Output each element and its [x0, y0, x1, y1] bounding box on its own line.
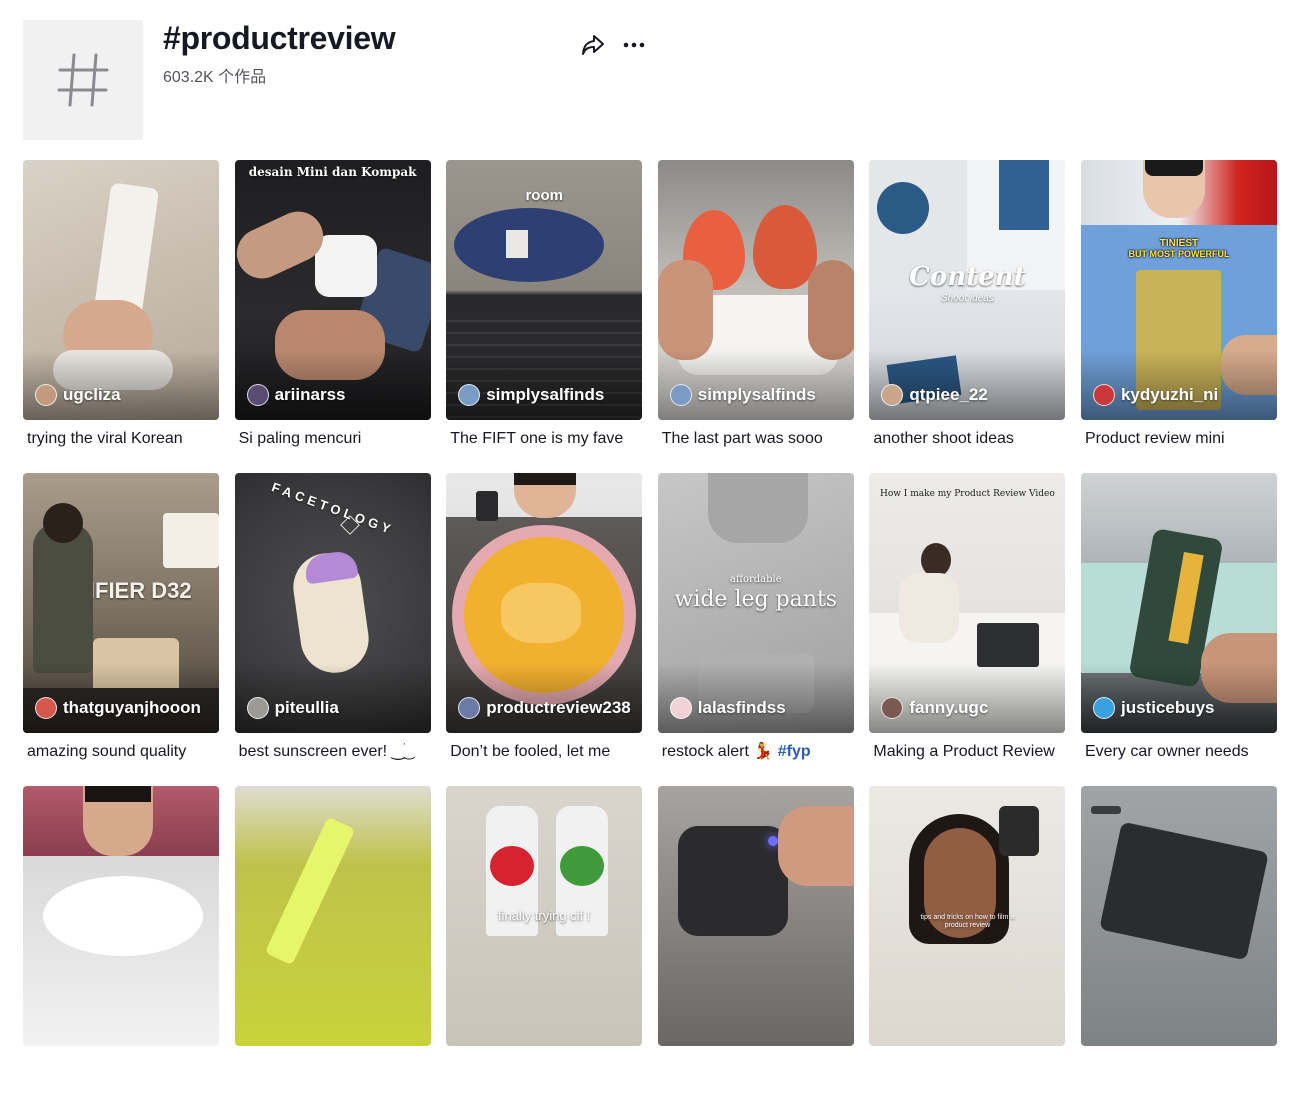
author-name[interactable]: kydyuzhi_ni: [1121, 385, 1218, 405]
author-avatar[interactable]: [246, 697, 269, 719]
video-card[interactable]: justicebuys Every car owner needs: [1080, 473, 1277, 786]
author-name[interactable]: productreview238: [486, 698, 631, 718]
video-card[interactable]: productreview238 Don’t be fooled, let me: [446, 473, 643, 786]
video-card[interactable]: How I make my Product Review Video fanny…: [869, 473, 1066, 786]
video-thumbnail[interactable]: How I make my Product Review Video fanny…: [869, 473, 1066, 733]
video-card[interactable]: [1080, 786, 1277, 1099]
video-overlay-subtext: affordable: [729, 574, 782, 585]
video-card[interactable]: Content Shoot ideas qtpiee_22 another sh…: [869, 160, 1066, 473]
video-overlay-text: Content: [909, 262, 1026, 292]
author-name[interactable]: thatguyanjhooon: [63, 698, 201, 718]
hashtag-link[interactable]: #fyp: [778, 743, 811, 760]
video-overlay-text: DIFIER D32: [73, 578, 192, 603]
video-count: 603.2K 个作品: [163, 69, 267, 86]
video-thumbnail[interactable]: Content Shoot ideas qtpiee_22: [869, 160, 1066, 420]
video-card[interactable]: desain Mini dan Kompak ariinarss Si pali…: [234, 160, 431, 473]
video-grid: ugcliza trying the viral Korean desain M…: [23, 160, 1277, 1099]
author-name[interactable]: justicebuys: [1121, 698, 1215, 718]
video-thumbnail[interactable]: desain Mini dan Kompak ariinarss: [234, 160, 431, 420]
video-thumbnail[interactable]: [234, 786, 431, 1046]
video-caption[interactable]: Si paling mencuri: [235, 428, 431, 450]
share-arrow-icon: [582, 35, 604, 55]
author-name[interactable]: fanny.ugc: [909, 698, 988, 718]
video-overlay-subtext: BUT MOST POWERFUL: [1128, 249, 1230, 259]
video-thumbnail[interactable]: FACETOLOGY piteullia: [234, 473, 431, 733]
author-name[interactable]: piteullia: [275, 698, 339, 718]
video-overlay-text: FACETOLOGY: [269, 479, 396, 538]
author-name[interactable]: ugcliza: [63, 385, 121, 405]
author-avatar[interactable]: [669, 697, 692, 719]
video-caption[interactable]: amazing sound quality: [23, 741, 219, 763]
video-thumbnail[interactable]: TINIEST BUT MOST POWERFUL kydyuzhi_ni: [1080, 160, 1277, 420]
video-thumbnail[interactable]: [23, 786, 219, 1046]
video-overlay-subtext: Shoot ideas: [940, 293, 994, 304]
video-caption[interactable]: Product review mini: [1081, 428, 1277, 450]
video-card[interactable]: finally trying cif !: [446, 786, 643, 1099]
video-card[interactable]: [234, 786, 431, 1099]
video-thumbnail[interactable]: room simplysalfinds: [446, 160, 643, 420]
video-card[interactable]: affordable wide leg pants lalasfindss re…: [657, 473, 854, 786]
video-thumbnail[interactable]: DIFIER D32 thatguyanjhooon: [23, 473, 219, 733]
author-name[interactable]: lalasfindss: [698, 698, 786, 718]
author-avatar[interactable]: [1092, 697, 1115, 719]
hashtag-icon: [57, 53, 109, 107]
video-card[interactable]: [23, 786, 219, 1099]
author-avatar[interactable]: [881, 697, 904, 719]
author-avatar[interactable]: [458, 384, 481, 406]
video-card[interactable]: [657, 786, 854, 1099]
video-thumbnail[interactable]: affordable wide leg pants lalasfindss: [657, 473, 854, 733]
author-name[interactable]: ariinarss: [275, 385, 346, 405]
author-avatar[interactable]: [246, 384, 269, 406]
hashtag-header: #productreview 603.2K 个作品: [23, 20, 663, 140]
video-caption[interactable]: best sunscreen ever! ‿ׂ͜: [235, 741, 431, 763]
video-card[interactable]: tips and tricks on how to film a product…: [869, 786, 1066, 1099]
video-caption[interactable]: another shoot ideas: [869, 428, 1065, 450]
video-overlay-text: TINIEST: [1159, 238, 1199, 249]
video-card[interactable]: ugcliza trying the viral Korean: [23, 160, 219, 473]
video-thumbnail[interactable]: tips and tricks on how to film a product…: [869, 786, 1066, 1046]
video-card[interactable]: TINIEST BUT MOST POWERFUL kydyuzhi_ni Pr…: [1080, 160, 1277, 473]
author-avatar[interactable]: [669, 384, 692, 406]
author-avatar[interactable]: [35, 384, 57, 406]
author-name[interactable]: simplysalfinds: [486, 385, 604, 405]
video-overlay-text: wide leg pants: [674, 587, 838, 612]
video-thumbnail[interactable]: justicebuys: [1080, 473, 1277, 733]
video-overlay-text: How I make my Product Review Video: [879, 489, 1055, 499]
video-thumbnail[interactable]: finally trying cif !: [446, 786, 643, 1046]
author-name[interactable]: qtpiee_22: [909, 385, 987, 405]
author-avatar[interactable]: [458, 697, 481, 719]
video-card[interactable]: room simplysalfinds The FIFT one is my f…: [446, 160, 643, 473]
video-caption[interactable]: Every car owner needs: [1081, 741, 1277, 763]
more-options-button[interactable]: [619, 30, 649, 60]
caption-text: restock alert 💃: [661, 743, 778, 760]
video-thumbnail[interactable]: [657, 786, 854, 1046]
video-caption[interactable]: Don’t be fooled, let me: [446, 741, 642, 763]
video-thumbnail[interactable]: ugcliza: [23, 160, 219, 420]
author-name[interactable]: simplysalfinds: [698, 385, 816, 405]
video-caption[interactable]: trying the viral Korean: [23, 428, 219, 450]
video-overlay-text: tips and tricks on how to film a product…: [920, 914, 1015, 929]
page-title: #productreview: [163, 20, 396, 56]
share-button[interactable]: [578, 30, 608, 60]
video-caption[interactable]: Making a Product Review: [869, 741, 1065, 763]
video-card[interactable]: FACETOLOGY piteullia best sunscreen ever…: [234, 473, 431, 786]
video-thumbnail[interactable]: productreview238: [446, 473, 643, 733]
video-thumbnail[interactable]: simplysalfinds: [657, 160, 854, 420]
hashtag-avatar: [23, 20, 143, 140]
video-overlay-text: desain Mini dan Kompak: [248, 165, 417, 179]
video-card[interactable]: simplysalfinds The last part was sooo: [657, 160, 854, 473]
video-thumbnail[interactable]: [1080, 786, 1277, 1046]
more-dots-icon: [623, 42, 645, 48]
author-avatar[interactable]: [881, 384, 904, 406]
video-overlay-text: finally trying cif !: [497, 908, 591, 923]
video-caption[interactable]: The FIFT one is my fave: [446, 428, 642, 450]
video-overlay-text: room: [525, 187, 563, 204]
video-caption[interactable]: restock alert 💃 #fyp: [658, 741, 854, 763]
author-avatar[interactable]: [1092, 384, 1115, 406]
author-avatar[interactable]: [35, 697, 57, 719]
video-caption[interactable]: The last part was sooo: [658, 428, 854, 450]
video-card[interactable]: DIFIER D32 thatguyanjhooon amazing sound…: [23, 473, 219, 786]
